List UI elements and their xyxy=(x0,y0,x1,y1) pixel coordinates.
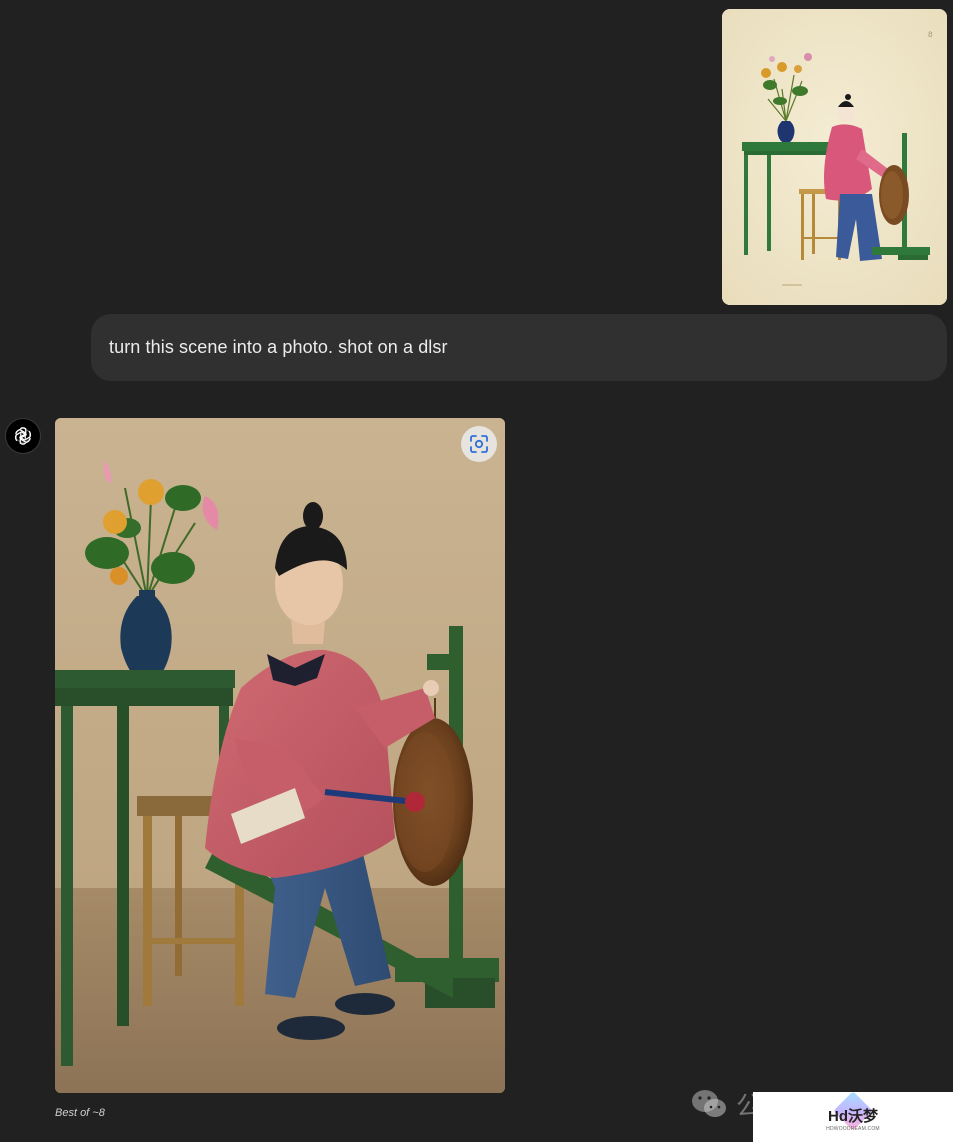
chat-page: 8 turn this scene into a photo. shot on … xyxy=(0,0,953,1142)
svg-text:8: 8 xyxy=(928,31,932,39)
user-message-bubble: turn this scene into a photo. shot on a … xyxy=(91,314,947,381)
generated-photo-image[interactable] xyxy=(55,418,505,1093)
painting-illustration: 8 xyxy=(722,9,947,305)
logo-subtext: HDWOODREAM.COM xyxy=(826,1125,880,1132)
best-of-caption: Best of ~8 xyxy=(55,1107,105,1119)
user-message-text: turn this scene into a photo. shot on a … xyxy=(109,337,448,357)
site-logo: Hd沃梦 HDWOODREAM.COM xyxy=(753,1091,953,1142)
wechat-icon xyxy=(692,1090,726,1117)
uploaded-painting-image[interactable]: 8 xyxy=(722,9,947,305)
generated-photo-illustration xyxy=(55,418,505,1093)
chatgpt-logo-glyph xyxy=(14,427,32,445)
select-region-icon xyxy=(470,435,488,453)
watermark: 公 xyxy=(690,1084,762,1124)
chatgpt-logo-icon xyxy=(5,418,41,454)
select-region-button[interactable] xyxy=(461,426,497,462)
site-logo-mark: Hd沃梦 HDWOODREAM.COM xyxy=(823,1091,883,1139)
logo-text: Hd沃梦 xyxy=(828,1107,878,1125)
